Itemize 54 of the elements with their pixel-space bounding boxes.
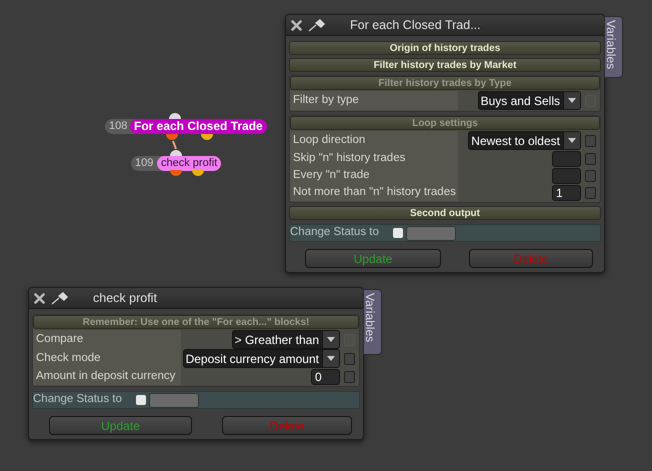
- checkbox[interactable]: [393, 228, 403, 238]
- section-header[interactable]: Second output: [289, 206, 601, 220]
- section-header[interactable]: Origin of history trades: [289, 41, 601, 55]
- input-port[interactable]: [170, 150, 182, 156]
- number-field[interactable]: [552, 150, 581, 166]
- number-field[interactable]: [552, 168, 581, 184]
- variables-tab[interactable]: Variables: [363, 289, 382, 355]
- close-icon[interactable]: [291, 20, 302, 30]
- dropdown[interactable]: Deposit currency amount: [182, 349, 340, 368]
- field-label: Check mode: [33, 349, 181, 368]
- input-port[interactable]: [169, 113, 181, 119]
- field-label: Every "n" trade: [290, 167, 458, 184]
- field-label: Compare: [33, 330, 181, 349]
- checkbox[interactable]: [585, 186, 596, 198]
- output-port[interactable]: [170, 170, 182, 176]
- caret-icon: [568, 98, 576, 103]
- checkbox[interactable]: [585, 170, 596, 182]
- checkbox[interactable]: [344, 370, 355, 382]
- checkbox[interactable]: [585, 152, 596, 164]
- variables-tab[interactable]: Variables: [604, 16, 623, 78]
- field-label: Not more than "n" history trades: [290, 184, 458, 201]
- status-label: Change Status to: [33, 392, 123, 408]
- pin-icon[interactable]: [51, 291, 69, 305]
- dropdown-value: Newest to oldest: [471, 132, 561, 150]
- status-color-field[interactable]: [149, 392, 199, 408]
- window-title: For each Closed Trad...: [350, 16, 481, 34]
- caret-icon: [327, 337, 335, 342]
- connector-line: [172, 140, 177, 150]
- checkbox[interactable]: [585, 134, 596, 146]
- field-label: Loop direction: [290, 131, 458, 150]
- output-port[interactable]: [192, 170, 204, 176]
- checkbox[interactable]: [344, 352, 355, 364]
- caret-icon: [327, 356, 335, 361]
- field-label: Amount in deposit currency: [33, 368, 181, 385]
- close-icon[interactable]: [34, 292, 45, 304]
- output-port[interactable]: [166, 134, 178, 140]
- dropdown[interactable]: Newest to oldest: [468, 131, 581, 150]
- dropdown-value: Deposit currency amount: [186, 350, 320, 368]
- node-label[interactable]: For each Closed Trade: [130, 119, 267, 134]
- checkbox[interactable]: [136, 395, 146, 405]
- pin-icon[interactable]: [308, 18, 326, 32]
- number-field[interactable]: 1: [552, 184, 581, 200]
- number-field[interactable]: 0: [311, 368, 340, 384]
- dropdown-value: > Greather than: [234, 332, 320, 348]
- dropdown-value: Buys and Sells: [480, 92, 561, 110]
- status-color-field[interactable]: [406, 226, 456, 240]
- section-header[interactable]: Filter history trades by Market: [289, 58, 601, 72]
- caret-icon: [568, 138, 576, 143]
- field-label: Skip "n" history trades: [290, 150, 458, 167]
- field-label: Filter by type: [290, 91, 458, 110]
- window-title: check profit: [93, 290, 157, 307]
- output-port[interactable]: [201, 134, 213, 140]
- status-label: Change Status to: [290, 225, 380, 240]
- node-label[interactable]: check profit: [157, 156, 222, 171]
